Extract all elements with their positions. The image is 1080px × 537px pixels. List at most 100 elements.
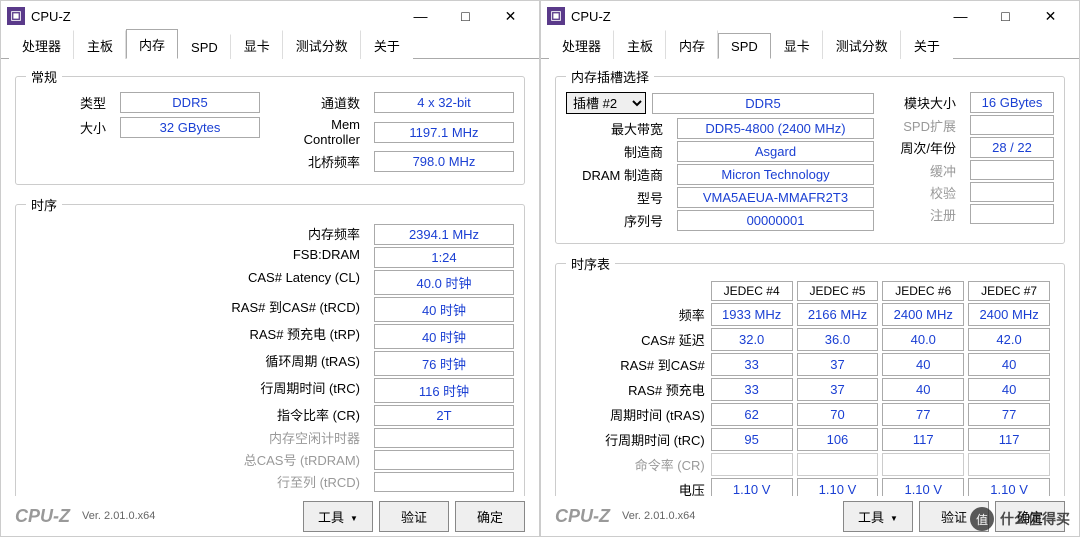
version-text: Ver. 2.01.0.x64 [622, 510, 837, 522]
timing-row-value: 76 时钟 [374, 351, 514, 376]
maximize-button[interactable]: □ [443, 2, 488, 30]
buf-value [970, 160, 1054, 180]
tt-cell: 40.0 [882, 328, 964, 351]
tt-cell [711, 453, 793, 476]
tt-col-header: JEDEC #5 [797, 281, 879, 301]
timing-row-value [374, 450, 514, 470]
buf-label: 缓冲 [884, 161, 964, 180]
model-label: 型号 [566, 188, 671, 207]
timing-row-label: 循环周期 (tRAS) [26, 351, 368, 376]
nb-value: 798.0 MHz [374, 151, 514, 172]
slot-legend: 内存插槽选择 [566, 67, 654, 86]
tab-spd[interactable]: SPD [178, 34, 231, 59]
timing-group: 时序 内存频率2394.1 MHzFSB:DRAM1:24CAS# Latenc… [15, 195, 525, 503]
timing-row-label: 指令比率 (CR) [26, 405, 368, 426]
timing-row-value: 116 时钟 [374, 378, 514, 403]
brand-text: CPU-Z [15, 506, 70, 527]
tt-row-label: 命令率 (CR) [570, 453, 707, 476]
tools-button[interactable]: 工具 [843, 501, 913, 532]
slot-select[interactable]: 插槽 #2 [566, 92, 646, 114]
tab-graphics[interactable]: 显卡 [231, 30, 283, 59]
app-title: CPU-Z [31, 9, 398, 24]
slot-select-group: 内存插槽选择 插槽 #2 DDR5 最大带宽DDR5-4800 (2400 MH… [555, 67, 1065, 244]
tt-row-label: RAS# 到CAS# [570, 353, 707, 376]
timing-row-label: 总CAS号 (tRDRAM) [26, 450, 368, 470]
cpuz-window-memory: CPU-Z — □ ✕ 处理器 主板 内存 SPD 显卡 测试分数 关于 常规 … [0, 0, 540, 537]
watermark-text: 什么值得买 [1000, 509, 1070, 529]
tt-cell: 40 [968, 353, 1050, 376]
tt-cell: 106 [797, 428, 879, 451]
chk-label: 校验 [884, 183, 964, 202]
tab-about[interactable]: 关于 [361, 30, 413, 59]
tab-memory[interactable]: 内存 [666, 30, 718, 59]
channels-label: 通道数 [280, 93, 368, 112]
validate-button[interactable]: 验证 [379, 501, 449, 532]
minimize-button[interactable]: — [938, 2, 983, 30]
tt-col-header: JEDEC #6 [882, 281, 964, 301]
tab-graphics[interactable]: 显卡 [771, 30, 823, 59]
maxbw-label: 最大带宽 [566, 119, 671, 138]
dram-label: DRAM 制造商 [566, 165, 671, 184]
dram-value: Micron Technology [677, 164, 874, 185]
channels-value: 4 x 32-bit [374, 92, 514, 113]
minimize-button[interactable]: — [398, 2, 443, 30]
tt-cell [797, 453, 879, 476]
timing-row-label: RAS# 到CAS# (tRCD) [26, 297, 368, 322]
size-value: 32 GBytes [120, 117, 260, 138]
timing-row-label: CAS# Latency (CL) [26, 270, 368, 295]
tt-cell: 2400 MHz [882, 303, 964, 326]
tab-cpu[interactable]: 处理器 [9, 30, 74, 59]
tab-about[interactable]: 关于 [901, 30, 953, 59]
cpuz-window-spd: CPU-Z — □ ✕ 处理器 主板 内存 SPD 显卡 测试分数 关于 内存插… [540, 0, 1080, 537]
tt-cell: 117 [968, 428, 1050, 451]
general-legend: 常规 [26, 67, 62, 86]
tt-cell [882, 453, 964, 476]
tab-memory[interactable]: 内存 [126, 29, 178, 59]
tt-cell: 40 [968, 378, 1050, 401]
maximize-button[interactable]: □ [983, 2, 1028, 30]
nb-label: 北桥频率 [280, 152, 368, 171]
close-button[interactable]: ✕ [488, 2, 533, 30]
spdext-value [970, 115, 1054, 135]
tt-legend: 时序表 [566, 254, 615, 273]
watermark-icon: 值 [970, 507, 994, 531]
tt-cell: 2400 MHz [968, 303, 1050, 326]
app-icon [7, 7, 25, 25]
tt-cell: 1933 MHz [711, 303, 793, 326]
timing-row-label: 内存频率 [26, 224, 368, 245]
size-label: 大小 [26, 118, 114, 137]
close-button[interactable]: ✕ [1028, 2, 1073, 30]
timing-row-value: 40.0 时钟 [374, 270, 514, 295]
tt-cell: 32.0 [711, 328, 793, 351]
tt-cell: 95 [711, 428, 793, 451]
spdext-label: SPD扩展 [884, 116, 964, 135]
serial-label: 序列号 [566, 211, 671, 230]
spd-type-value: DDR5 [652, 93, 874, 114]
tab-bench[interactable]: 测试分数 [823, 30, 901, 59]
timing-row-label: 行周期时间 (tRC) [26, 378, 368, 403]
modsize-value: 16 GBytes [970, 92, 1054, 113]
tt-row-label: RAS# 预充电 [570, 378, 707, 401]
timing-row-value: 1:24 [374, 247, 514, 268]
model-value: VMA5AEUA-MMAFR2T3 [677, 187, 874, 208]
reg-label: 注册 [884, 205, 964, 224]
tt-cell: 62 [711, 403, 793, 426]
titlebar[interactable]: CPU-Z — □ ✕ [1, 1, 539, 31]
tab-bench[interactable]: 测试分数 [283, 30, 361, 59]
mc-value: 1197.1 MHz [374, 122, 514, 143]
tt-row-label: 行周期时间 (tRC) [570, 428, 707, 451]
tab-mainboard[interactable]: 主板 [614, 30, 666, 59]
timing-row-label: 行至列 (tRCD) [26, 472, 368, 492]
timing-row-value: 40 时钟 [374, 324, 514, 349]
tt-col-header: JEDEC #7 [968, 281, 1050, 301]
ok-button[interactable]: 确定 [455, 501, 525, 532]
brand-text: CPU-Z [555, 506, 610, 527]
tt-cell: 37 [797, 378, 879, 401]
tab-spd[interactable]: SPD [718, 33, 771, 59]
titlebar[interactable]: CPU-Z — □ ✕ [541, 1, 1079, 31]
timing-row-value: 40 时钟 [374, 297, 514, 322]
watermark: 值 什么值得买 [970, 507, 1070, 531]
tab-mainboard[interactable]: 主板 [74, 30, 126, 59]
tools-button[interactable]: 工具 [303, 501, 373, 532]
tab-cpu[interactable]: 处理器 [549, 30, 614, 59]
